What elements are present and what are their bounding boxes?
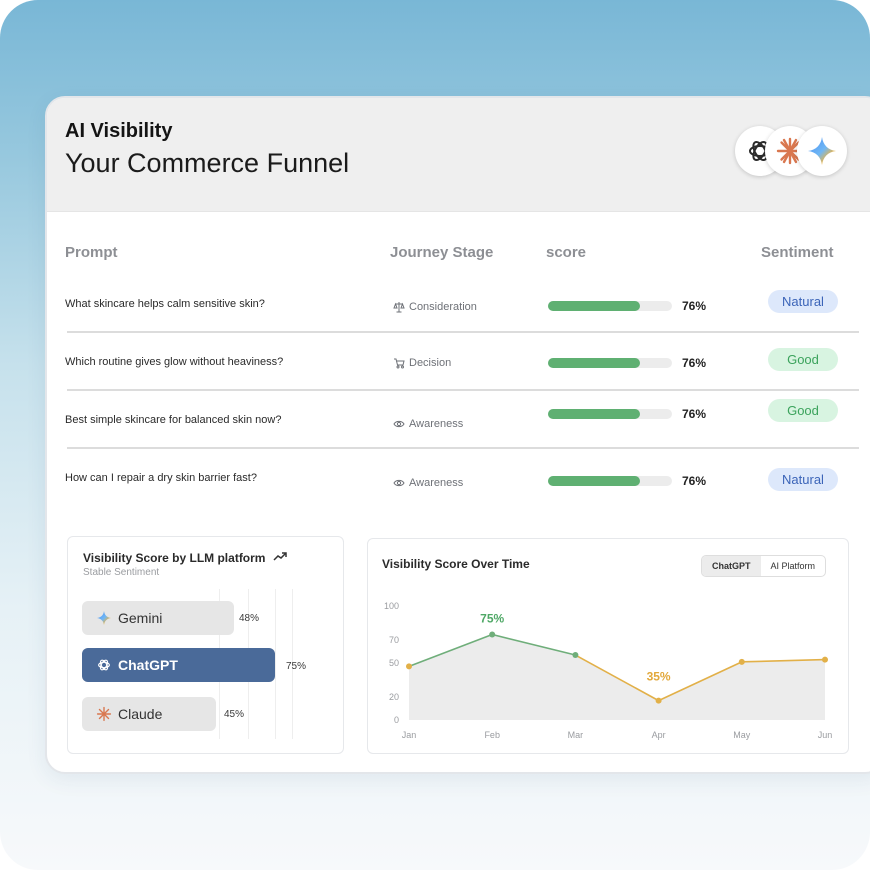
row-prompt: Best simple skincare for balanced skin n… — [65, 414, 282, 426]
gemini-logo-icon[interactable] — [797, 126, 847, 176]
data-point — [489, 631, 496, 638]
llm-bar-label: Claude — [118, 706, 163, 722]
trend-up-icon — [273, 552, 287, 561]
row-prompt: Which routine gives glow without heavine… — [65, 356, 284, 368]
claude-icon — [96, 706, 112, 722]
stage-label: Awareness — [409, 418, 464, 430]
stage-label: Consideration — [409, 301, 477, 313]
score-bar — [548, 301, 672, 311]
scale-icon — [393, 302, 405, 313]
sentiment-badge: Good — [768, 399, 838, 422]
data-annotation: 75% — [480, 612, 504, 626]
llm-panel-subtitle: Stable Sentiment — [83, 567, 160, 578]
x-tick-label: May — [733, 730, 751, 740]
stage-label: Awareness — [409, 477, 464, 489]
score-value: 76% — [682, 299, 707, 313]
sentiment-badge: Natural — [768, 290, 838, 313]
score-bar — [548, 358, 672, 368]
x-tick-label: Feb — [484, 730, 500, 740]
llm-platform-panel: Visibility Score by LLM platform Stable … — [67, 536, 344, 754]
column-header-score: score — [546, 244, 587, 261]
column-header-prompt: Prompt — [65, 244, 118, 261]
y-tick-label: 70 — [389, 635, 399, 645]
llm-bar-value: 45% — [224, 709, 245, 720]
llm-bar-value: 48% — [239, 613, 260, 624]
grid-line — [275, 589, 276, 739]
data-point — [822, 656, 828, 663]
data-point — [406, 663, 412, 670]
row-stage: Decision — [393, 357, 451, 369]
gemini-icon — [97, 611, 111, 625]
row-prompt: How can I repair a dry skin barrier fast… — [65, 472, 257, 484]
toggle-ai-platform[interactable]: AI Platform — [761, 556, 826, 576]
llm-bar-claude[interactable]: Claude — [82, 697, 216, 731]
toggle-chatgpt[interactable]: ChatGPT — [702, 556, 761, 576]
sentiment-badge: Natural — [768, 468, 838, 491]
table-row[interactable]: How can I repair a dry skin barrier fast… — [47, 454, 870, 510]
time-panel-title: Visibility Score Over Time — [382, 557, 530, 571]
score-bar-fill — [548, 409, 640, 419]
table-row[interactable]: Best simple skincare for balanced skin n… — [47, 394, 870, 450]
cart-icon — [394, 358, 405, 369]
llm-panel-title: Visibility Score by LLM platform — [83, 551, 287, 565]
llm-panel-title-text: Visibility Score by LLM platform — [83, 551, 266, 565]
column-header-sentiment: Sentiment — [761, 244, 834, 261]
stage-label: Decision — [409, 357, 452, 369]
column-header-journey-stage: Journey Stage — [390, 244, 494, 261]
row-prompt: What skincare helps calm sensitive skin? — [65, 298, 265, 310]
x-tick-label: Apr — [652, 730, 666, 740]
dashboard-card: AI Visibility Your Commerce Funnel Promp… — [45, 96, 870, 774]
score-bar-fill — [548, 358, 640, 368]
platform-logos — [735, 126, 855, 178]
time-chart-panel: Visibility Score Over Time ChatGPT AI Pl… — [367, 538, 849, 754]
card-header: AI Visibility Your Commerce Funnel — [47, 98, 870, 212]
y-tick-label: 20 — [389, 692, 399, 702]
row-stage: Awareness — [393, 477, 463, 489]
row-divider — [67, 331, 859, 333]
y-tick-label: 0 — [394, 715, 399, 725]
page-title: Your Commerce Funnel — [65, 148, 350, 178]
app-title: AI Visibility — [65, 120, 173, 142]
sentiment-badge: Good — [768, 348, 838, 371]
line-chart: 0 20 50 70 100 Jan Feb Mar Apr May Jun 75% 35% — [384, 601, 833, 740]
llm-bar-gemini[interactable]: Gemini — [82, 601, 234, 635]
row-divider — [67, 389, 859, 391]
llm-bar-label: ChatGPT — [118, 657, 178, 673]
eye-icon — [393, 420, 405, 428]
platform-toggle: ChatGPT AI Platform — [701, 555, 827, 577]
llm-bar-chatgpt[interactable]: ChatGPT — [82, 648, 275, 682]
data-point — [655, 697, 662, 704]
y-tick-label: 100 — [384, 601, 399, 611]
x-tick-label: Jan — [402, 730, 417, 740]
x-tick-label: Jun — [818, 730, 833, 740]
score-bar — [548, 409, 672, 419]
row-stage: Awareness — [393, 418, 463, 430]
data-point — [738, 658, 745, 665]
row-stage: Consideration — [393, 301, 477, 313]
score-bar-fill — [548, 476, 640, 486]
data-annotation: 35% — [647, 670, 671, 684]
llm-bar-value: 75% — [286, 661, 307, 672]
row-divider — [67, 447, 859, 449]
y-tick-label: 50 — [389, 658, 399, 668]
data-point — [572, 652, 579, 659]
score-bar — [548, 476, 672, 486]
score-value: 76% — [682, 407, 707, 421]
score-bar-fill — [548, 301, 640, 311]
x-tick-label: Mar — [568, 730, 584, 740]
llm-bar-label: Gemini — [118, 610, 163, 626]
score-value: 76% — [682, 356, 707, 370]
eye-icon — [393, 479, 405, 487]
chatgpt-icon — [98, 659, 110, 671]
score-value: 76% — [682, 474, 707, 488]
